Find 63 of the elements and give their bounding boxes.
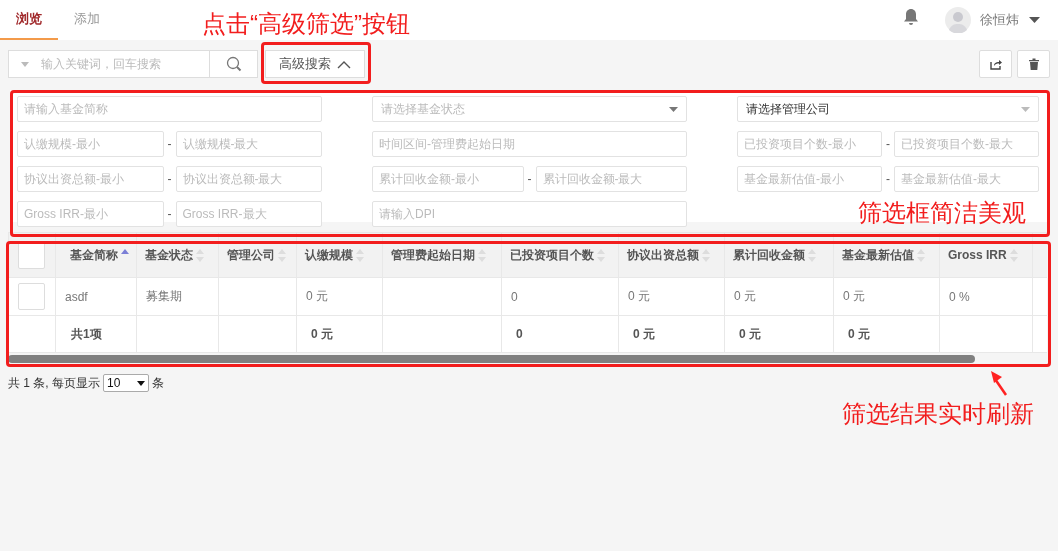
range-max-field[interactable]: 协议出资总额-最大 [175,166,322,192]
filter-dropdown[interactable]: 请选择管理公司 [737,96,1039,122]
delete-button[interactable] [1017,50,1050,78]
summary-cell: 0 元 [633,326,655,341]
horizontal-scrollbar[interactable] [8,355,975,363]
bell-icon[interactable] [903,8,919,26]
summary-cell: 0 [516,327,523,341]
caret-icon [669,106,678,112]
page-size-select[interactable]: 10 [103,374,149,392]
search-button[interactable] [210,50,258,78]
table-cell: 0 元 [843,289,865,303]
caret-icon[interactable] [1029,17,1040,23]
range-dash: - [167,172,172,186]
total-count-text: 共 1 条, 每页显示 [8,374,100,392]
avatar-icon[interactable] [945,7,971,33]
annotation-text: 筛选结果实时刷新 [842,399,1034,429]
range-min-field[interactable]: 已投资项目个数-最小 [737,131,882,157]
range-max-field[interactable]: Gross IRR-最大 [175,201,322,227]
annotation-text: 点击“高级筛选”按钮 [202,9,410,39]
range-min-field[interactable]: Gross IRR-最小 [17,201,164,227]
summary-cell: 共1项 [71,326,102,341]
table-cell: asdf [65,289,88,304]
range-dash: - [886,172,890,186]
export-button[interactable] [979,50,1012,78]
table-cell: 0 元 [734,289,756,303]
filter-field[interactable]: 请输入基金简称 [17,96,322,122]
search-box[interactable]: 输入关键词，回车搜索 [8,50,210,78]
filter-field[interactable]: 请输入DPI [372,201,687,227]
annotation-arrow [990,370,1008,396]
summary-cell: 0 元 [848,326,870,341]
annotation-text: 筛选框简洁美观 [858,198,1026,228]
range-min-field[interactable]: 认缴规模-最小 [17,131,164,157]
nav-tab[interactable]: 浏览 [0,0,58,40]
caret-icon [137,380,145,386]
range-dash: - [527,172,532,186]
range-dash: - [167,207,172,221]
table-cell: 0 % [949,289,970,304]
range-min-field[interactable]: 协议出资总额-最小 [17,166,164,192]
range-min-field[interactable]: 基金最新估值-最小 [737,166,882,192]
chevron-up-icon [337,59,351,69]
table-cell: 0 [511,289,518,304]
range-max-field[interactable]: 已投资项目个数-最大 [894,131,1039,157]
range-dash: - [167,137,172,151]
range-max-field[interactable]: 认缴规模-最大 [175,131,322,157]
filter-field[interactable]: 时间区间-管理费起始日期 [372,131,687,157]
range-min-field[interactable]: 累计回收金额-最小 [372,166,524,192]
user-name[interactable]: 徐恒炜 [980,11,1019,29]
summary-cell: 0 元 [311,326,333,341]
search-icon [225,56,242,72]
table-cell: 募集期 [146,289,182,303]
share-icon [989,58,1002,70]
table-cell: 0 元 [628,289,650,303]
range-max-field[interactable]: 基金最新估值-最大 [894,166,1039,192]
advanced-search-button[interactable]: 高级搜索 [265,50,365,78]
row-checkbox[interactable] [18,283,45,310]
range-max-field[interactable]: 累计回收金额-最大 [535,166,687,192]
unit-text: 条 [152,374,164,392]
summary-cell: 0 元 [739,326,761,341]
column-header[interactable]: Gross IRR [948,248,1007,262]
table-cell: 0 元 [306,289,328,303]
trash-icon [1028,58,1039,70]
range-dash: - [886,137,890,151]
caret-icon [1021,106,1030,112]
